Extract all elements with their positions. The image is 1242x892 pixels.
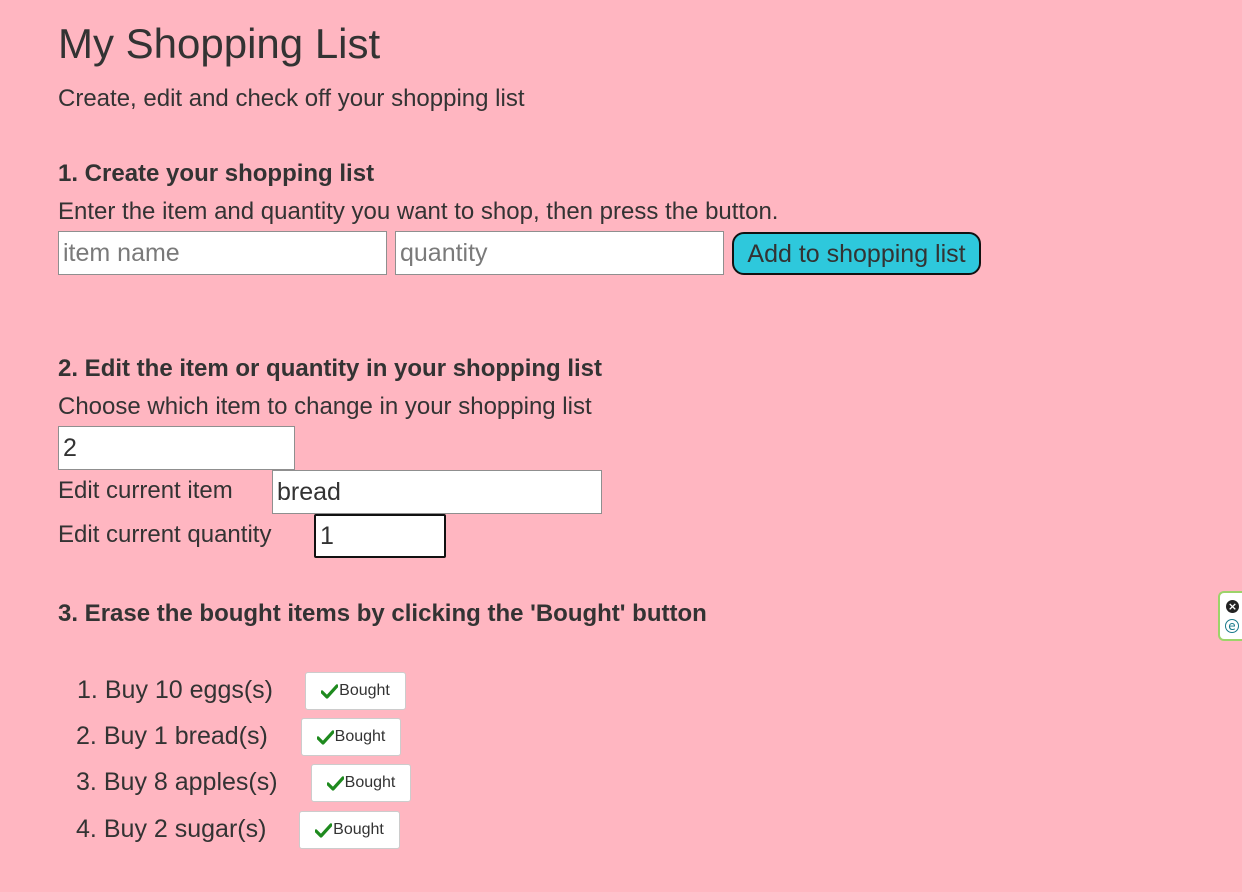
- item-name-input[interactable]: [58, 231, 387, 275]
- e-circle-icon[interactable]: e: [1225, 619, 1239, 633]
- page-title: My Shopping List: [58, 20, 381, 67]
- checkmark-icon: [316, 729, 334, 745]
- bought-button[interactable]: Bought: [301, 718, 401, 756]
- side-extension-widget: × e: [1218, 591, 1242, 641]
- bought-button-label: Bought: [333, 821, 384, 838]
- edit-instructions: Choose which item to change in your shop…: [58, 393, 592, 420]
- erase-section-heading: 3. Erase the bought items by clicking th…: [58, 600, 707, 627]
- create-instructions: Enter the item and quantity you want to …: [58, 198, 779, 225]
- bought-button-label: Bought: [339, 682, 390, 699]
- list-item-text: Buy 10 eggs(s): [104, 676, 273, 704]
- item-index-input[interactable]: [58, 426, 295, 470]
- edit-item-input[interactable]: [272, 470, 602, 514]
- list-item: 4. Buy 2 sugar(s): [76, 809, 266, 849]
- create-section-heading: 1. Create your shopping list: [58, 160, 375, 187]
- bought-button-label: Bought: [344, 774, 396, 791]
- edit-section-heading: 2. Edit the item or quantity in your sho…: [58, 355, 603, 382]
- list-item: 1. Buy 10 eggs(s): [77, 670, 273, 710]
- edit-quantity-input[interactable]: [314, 514, 446, 558]
- edit-quantity-label: Edit current quantity: [58, 521, 272, 548]
- checkmark-icon: [321, 683, 339, 699]
- quantity-input[interactable]: [395, 231, 724, 275]
- add-to-list-button[interactable]: Add to shopping list: [732, 232, 981, 275]
- bought-button-label: Bought: [334, 728, 386, 745]
- page-subtitle: Create, edit and check off your shopping…: [58, 85, 525, 112]
- bought-button[interactable]: Bought: [299, 811, 400, 849]
- list-item-number: 3.: [76, 768, 97, 796]
- list-item-number: 2.: [76, 722, 97, 750]
- list-item-number: 4.: [76, 815, 97, 843]
- list-item: 2. Buy 1 bread(s): [76, 716, 268, 756]
- list-item-text: Buy 1 bread(s): [103, 722, 268, 750]
- list-item-text: Buy 8 apples(s): [103, 768, 278, 796]
- close-circle-icon[interactable]: ×: [1226, 600, 1239, 613]
- list-item-number: 1.: [77, 676, 98, 704]
- bought-button[interactable]: Bought: [305, 672, 406, 710]
- checkmark-icon: [315, 822, 333, 838]
- list-item: 3. Buy 8 apples(s): [76, 762, 278, 802]
- checkmark-icon: [326, 775, 344, 791]
- shopping-list-page: My Shopping List Create, edit and check …: [0, 0, 1242, 892]
- list-item-text: Buy 2 sugar(s): [103, 815, 267, 843]
- edit-item-label: Edit current item: [58, 477, 233, 504]
- bought-button[interactable]: Bought: [311, 764, 411, 802]
